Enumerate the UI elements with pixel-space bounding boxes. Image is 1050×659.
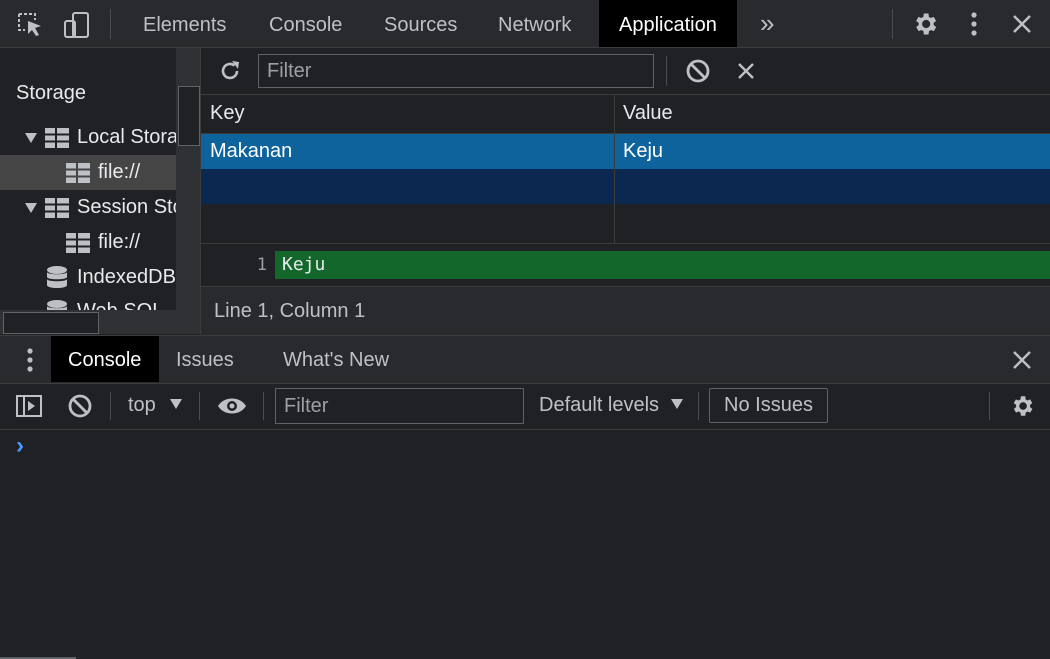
row-key-cell[interactable]: Makanan (201, 134, 292, 169)
toolbar-divider (263, 392, 264, 420)
expand-arrow-icon[interactable] (24, 202, 38, 214)
column-divider[interactable] (614, 95, 615, 244)
more-options-icon[interactable] (962, 10, 986, 38)
tab-elements[interactable]: Elements (143, 0, 226, 47)
table-row[interactable]: Makanan Keju (201, 134, 1050, 169)
storage-toolbar (201, 48, 1050, 95)
context-selector-label: top (128, 394, 156, 416)
sidebar-item-label: file:// (98, 161, 141, 183)
table-icon (66, 163, 90, 183)
toolbar-divider (892, 9, 893, 39)
scrollbar-thumb[interactable] (178, 86, 200, 146)
settings-icon[interactable] (910, 10, 940, 38)
live-expression-eye-icon[interactable] (216, 393, 248, 419)
dropdown-arrow-icon (170, 399, 182, 409)
sidebar-item-label: file:// (98, 231, 141, 253)
value-preview: 1 Keju (201, 245, 1050, 285)
more-tabs-button[interactable]: » (760, 0, 774, 47)
tab-sources[interactable]: Sources (384, 0, 457, 47)
column-header-key[interactable]: Key (201, 95, 244, 131)
drawer-tab-bar: Console Issues What's New (0, 335, 1050, 384)
tab-application[interactable]: Application (599, 0, 737, 47)
column-header-value[interactable]: Value (614, 95, 673, 131)
grid-header: Key Value (201, 95, 1050, 134)
sidebar-item-local-file[interactable]: file:// (0, 155, 176, 190)
log-levels-dropdown[interactable]: Default levels (539, 394, 683, 420)
drawer-tab-whats-new[interactable]: What's New (283, 349, 389, 372)
grid-bottom-border (201, 243, 1050, 244)
console-toolbar: top Default levels No Issues (0, 383, 1050, 430)
sidebar-horizontal-scrollbar[interactable] (0, 310, 200, 334)
table-icon (45, 198, 69, 218)
tab-console[interactable]: Console (269, 0, 342, 47)
preview-line-highlight: Keju (275, 251, 1050, 279)
application-sidebar: Storage Local Storage file:// Session St… (0, 48, 201, 334)
toolbar-divider (666, 56, 667, 86)
toolbar-divider (110, 9, 111, 39)
issues-button[interactable]: No Issues (709, 388, 828, 423)
toolbar-divider (199, 392, 200, 420)
preview-line-number: 1 (256, 255, 267, 275)
delete-selected-icon[interactable] (732, 57, 760, 85)
sidebar-toggle-icon[interactable] (14, 393, 44, 419)
expand-arrow-icon[interactable] (24, 132, 38, 144)
sidebar-vertical-scrollbar[interactable] (176, 48, 200, 310)
close-drawer-icon[interactable] (1008, 346, 1036, 374)
console-prompt[interactable]: › (16, 432, 24, 460)
storage-filter-input[interactable] (258, 54, 654, 88)
console-settings-icon[interactable] (1008, 392, 1036, 420)
log-levels-label: Default levels (539, 394, 660, 416)
devtools-toolbar: Elements Console Sources Network Applica… (0, 0, 1050, 48)
dropdown-arrow-icon (671, 399, 683, 409)
toolbar-divider (989, 392, 990, 420)
refresh-icon[interactable] (215, 57, 245, 85)
sidebar-item-session-storage[interactable]: Session Storage (0, 190, 200, 225)
clear-all-icon[interactable] (683, 57, 713, 85)
close-icon[interactable] (1008, 10, 1036, 38)
table-icon (45, 128, 69, 148)
clear-console-icon[interactable] (65, 392, 95, 420)
sidebar-item-label: IndexedDB (77, 266, 176, 288)
drawer-tab-issues[interactable]: Issues (176, 349, 234, 372)
toolbar-divider (110, 392, 111, 420)
scrollbar-thumb[interactable] (3, 312, 99, 334)
drawer-tab-label: Console (68, 349, 142, 371)
table-icon (66, 233, 90, 253)
drawer-menu-icon[interactable] (20, 346, 40, 374)
empty-row (201, 169, 1050, 204)
drawer-tab-console[interactable]: Console (51, 336, 159, 382)
toolbar-divider (698, 392, 699, 420)
database-icon (47, 266, 67, 288)
context-selector[interactable]: top (128, 394, 182, 420)
select-element-icon[interactable] (14, 10, 46, 40)
sidebar-item-session-file[interactable]: file:// (0, 225, 176, 260)
preview-content[interactable]: Keju (282, 251, 325, 279)
device-toggle-icon[interactable] (60, 10, 92, 40)
console-output[interactable]: › (0, 430, 1050, 659)
tab-network[interactable]: Network (498, 0, 571, 47)
row-value-cell[interactable]: Keju (614, 134, 663, 169)
sidebar-item-indexeddb[interactable]: IndexedDB (0, 260, 176, 295)
console-filter-input[interactable] (275, 388, 524, 424)
storage-data-grid: Key Value Makanan Keju (201, 95, 1050, 244)
status-bar: Line 1, Column 1 (201, 286, 1050, 335)
sidebar-item-local-storage[interactable]: Local Storage (0, 120, 200, 155)
storage-section-title: Storage (16, 82, 87, 104)
storage-panel: Key Value Makanan Keju 1 Keju Line 1, Co… (201, 48, 1050, 335)
cursor-position: Line 1, Column 1 (214, 300, 366, 322)
